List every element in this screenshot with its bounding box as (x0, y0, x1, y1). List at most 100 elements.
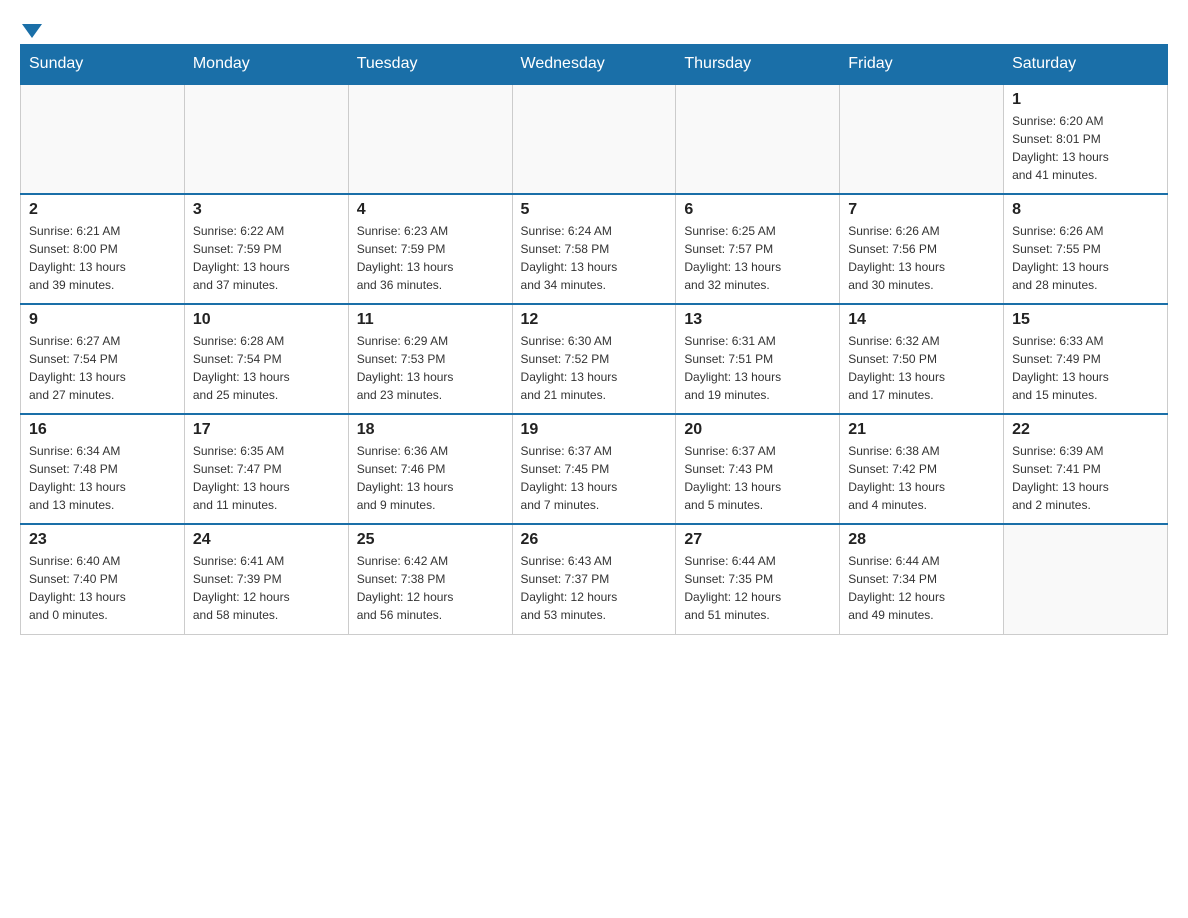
calendar-cell: 5 Sunrise: 6:24 AMSunset: 7:58 PMDaylight… (512, 194, 676, 304)
calendar-cell: 6 Sunrise: 6:25 AMSunset: 7:57 PMDaylight… (676, 194, 840, 304)
day-number: 27 (684, 531, 831, 549)
day-info: Sunrise: 6:24 AMSunset: 7:58 PMDaylight:… (521, 222, 668, 294)
day-number: 5 (521, 201, 668, 219)
weekday-header-sunday: Sunday (21, 45, 185, 85)
day-number: 22 (1012, 421, 1159, 439)
calendar-cell: 4 Sunrise: 6:23 AMSunset: 7:59 PMDaylight… (348, 194, 512, 304)
day-info: Sunrise: 6:41 AMSunset: 7:39 PMDaylight:… (193, 552, 340, 624)
day-info: Sunrise: 6:44 AMSunset: 7:34 PMDaylight:… (848, 552, 995, 624)
calendar-cell: 15 Sunrise: 6:33 AMSunset: 7:49 PMDayligh… (1004, 304, 1168, 414)
day-info: Sunrise: 6:21 AMSunset: 8:00 PMDaylight:… (29, 222, 176, 294)
day-number: 3 (193, 201, 340, 219)
calendar-cell (21, 84, 185, 194)
day-info: Sunrise: 6:37 AMSunset: 7:43 PMDaylight:… (684, 442, 831, 514)
day-number: 25 (357, 531, 504, 549)
day-number: 15 (1012, 311, 1159, 329)
calendar-cell: 21 Sunrise: 6:38 AMSunset: 7:42 PMDayligh… (840, 414, 1004, 524)
calendar-cell (184, 84, 348, 194)
calendar-cell: 26 Sunrise: 6:43 AMSunset: 7:37 PMDayligh… (512, 524, 676, 634)
calendar-cell: 20 Sunrise: 6:37 AMSunset: 7:43 PMDayligh… (676, 414, 840, 524)
day-number: 13 (684, 311, 831, 329)
calendar-cell: 16 Sunrise: 6:34 AMSunset: 7:48 PMDayligh… (21, 414, 185, 524)
week-row-4: 16 Sunrise: 6:34 AMSunset: 7:48 PMDayligh… (21, 414, 1168, 524)
calendar-cell: 18 Sunrise: 6:36 AMSunset: 7:46 PMDayligh… (348, 414, 512, 524)
day-info: Sunrise: 6:25 AMSunset: 7:57 PMDaylight:… (684, 222, 831, 294)
weekday-header-thursday: Thursday (676, 45, 840, 85)
weekday-header-tuesday: Tuesday (348, 45, 512, 85)
day-info: Sunrise: 6:23 AMSunset: 7:59 PMDaylight:… (357, 222, 504, 294)
day-number: 11 (357, 311, 504, 329)
day-number: 2 (29, 201, 176, 219)
calendar-cell: 23 Sunrise: 6:40 AMSunset: 7:40 PMDayligh… (21, 524, 185, 634)
week-row-5: 23 Sunrise: 6:40 AMSunset: 7:40 PMDayligh… (21, 524, 1168, 634)
day-info: Sunrise: 6:22 AMSunset: 7:59 PMDaylight:… (193, 222, 340, 294)
day-info: Sunrise: 6:43 AMSunset: 7:37 PMDaylight:… (521, 552, 668, 624)
calendar-cell: 13 Sunrise: 6:31 AMSunset: 7:51 PMDayligh… (676, 304, 840, 414)
day-number: 23 (29, 531, 176, 549)
day-number: 24 (193, 531, 340, 549)
day-info: Sunrise: 6:39 AMSunset: 7:41 PMDaylight:… (1012, 442, 1159, 514)
calendar-cell (840, 84, 1004, 194)
day-info: Sunrise: 6:30 AMSunset: 7:52 PMDaylight:… (521, 332, 668, 404)
weekday-header-friday: Friday (840, 45, 1004, 85)
calendar-cell (1004, 524, 1168, 634)
day-number: 7 (848, 201, 995, 219)
day-info: Sunrise: 6:31 AMSunset: 7:51 PMDaylight:… (684, 332, 831, 404)
day-info: Sunrise: 6:40 AMSunset: 7:40 PMDaylight:… (29, 552, 176, 624)
calendar-cell (348, 84, 512, 194)
day-number: 21 (848, 421, 995, 439)
day-number: 6 (684, 201, 831, 219)
weekday-header-row: SundayMondayTuesdayWednesdayThursdayFrid… (21, 45, 1168, 85)
logo (20, 20, 42, 34)
day-info: Sunrise: 6:26 AMSunset: 7:55 PMDaylight:… (1012, 222, 1159, 294)
week-row-3: 9 Sunrise: 6:27 AMSunset: 7:54 PMDaylight… (21, 304, 1168, 414)
day-info: Sunrise: 6:34 AMSunset: 7:48 PMDaylight:… (29, 442, 176, 514)
calendar-cell: 24 Sunrise: 6:41 AMSunset: 7:39 PMDayligh… (184, 524, 348, 634)
week-row-2: 2 Sunrise: 6:21 AMSunset: 8:00 PMDaylight… (21, 194, 1168, 304)
calendar-cell: 1 Sunrise: 6:20 AMSunset: 8:01 PMDaylight… (1004, 84, 1168, 194)
day-number: 9 (29, 311, 176, 329)
day-number: 26 (521, 531, 668, 549)
day-number: 16 (29, 421, 176, 439)
calendar-cell: 3 Sunrise: 6:22 AMSunset: 7:59 PMDaylight… (184, 194, 348, 304)
day-info: Sunrise: 6:36 AMSunset: 7:46 PMDaylight:… (357, 442, 504, 514)
calendar-cell: 10Sunrise: 6:28 AMSunset: 7:54 PMDayligh… (184, 304, 348, 414)
day-info: Sunrise: 6:26 AMSunset: 7:56 PMDaylight:… (848, 222, 995, 294)
day-info: Sunrise: 6:20 AMSunset: 8:01 PMDaylight:… (1012, 112, 1159, 184)
day-info: Sunrise: 6:37 AMSunset: 7:45 PMDaylight:… (521, 442, 668, 514)
calendar-cell: 2 Sunrise: 6:21 AMSunset: 8:00 PMDaylight… (21, 194, 185, 304)
day-number: 4 (357, 201, 504, 219)
day-number: 20 (684, 421, 831, 439)
day-info: Sunrise: 6:35 AMSunset: 7:47 PMDaylight:… (193, 442, 340, 514)
day-number: 14 (848, 311, 995, 329)
calendar-cell: 8 Sunrise: 6:26 AMSunset: 7:55 PMDaylight… (1004, 194, 1168, 304)
weekday-header-wednesday: Wednesday (512, 45, 676, 85)
day-info: Sunrise: 6:32 AMSunset: 7:50 PMDaylight:… (848, 332, 995, 404)
day-info: Sunrise: 6:42 AMSunset: 7:38 PMDaylight:… (357, 552, 504, 624)
day-info: Sunrise: 6:28 AMSunset: 7:54 PMDaylight:… (193, 332, 340, 404)
calendar-cell: 27 Sunrise: 6:44 AMSunset: 7:35 PMDayligh… (676, 524, 840, 634)
day-info: Sunrise: 6:27 AMSunset: 7:54 PMDaylight:… (29, 332, 176, 404)
weekday-header-saturday: Saturday (1004, 45, 1168, 85)
calendar-cell: 14 Sunrise: 6:32 AMSunset: 7:50 PMDayligh… (840, 304, 1004, 414)
day-number: 18 (357, 421, 504, 439)
week-row-1: 1 Sunrise: 6:20 AMSunset: 8:01 PMDaylight… (21, 84, 1168, 194)
day-info: Sunrise: 6:44 AMSunset: 7:35 PMDaylight:… (684, 552, 831, 624)
calendar-cell (676, 84, 840, 194)
day-info: Sunrise: 6:38 AMSunset: 7:42 PMDaylight:… (848, 442, 995, 514)
logo-arrow-icon (22, 24, 42, 38)
day-info: Sunrise: 6:33 AMSunset: 7:49 PMDaylight:… (1012, 332, 1159, 404)
page-header (20, 20, 1168, 34)
calendar-cell (512, 84, 676, 194)
calendar-cell: 11Sunrise: 6:29 AMSunset: 7:53 PMDayligh… (348, 304, 512, 414)
calendar-cell: 25 Sunrise: 6:42 AMSunset: 7:38 PMDayligh… (348, 524, 512, 634)
calendar-cell: 19Sunrise: 6:37 AMSunset: 7:45 PMDayligh… (512, 414, 676, 524)
day-number: 8 (1012, 201, 1159, 219)
calendar-cell: 17 Sunrise: 6:35 AMSunset: 7:47 PMDayligh… (184, 414, 348, 524)
day-number: 1 (1012, 91, 1159, 109)
day-number: 17 (193, 421, 340, 439)
day-number: 28 (848, 531, 995, 549)
calendar-table: SundayMondayTuesdayWednesdayThursdayFrid… (20, 44, 1168, 635)
weekday-header-monday: Monday (184, 45, 348, 85)
day-number: 12 (521, 311, 668, 329)
